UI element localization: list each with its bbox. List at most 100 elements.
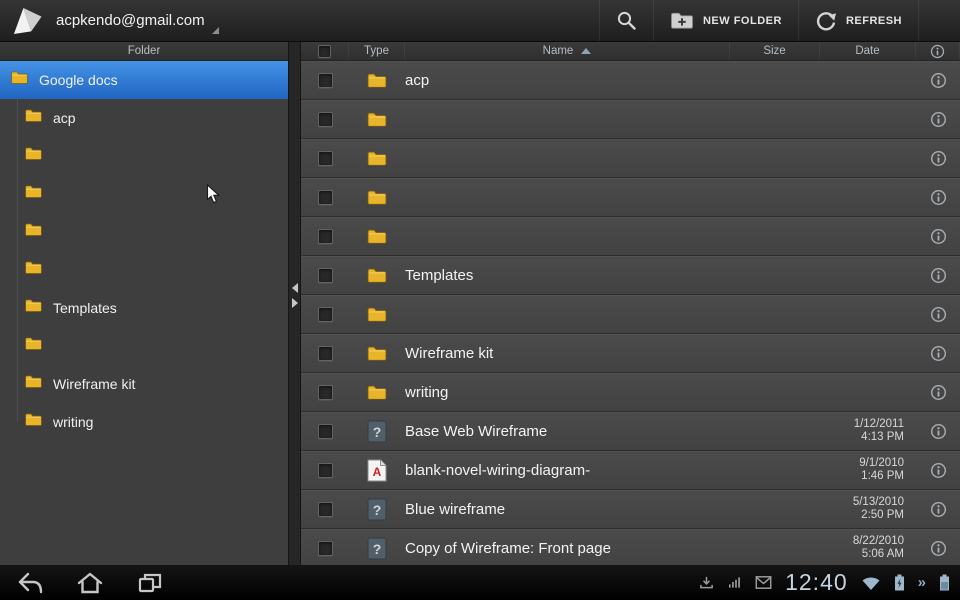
row-checkbox[interactable]	[318, 502, 333, 517]
file-list: acp	[301, 61, 960, 565]
unknown-icon: ?	[367, 537, 387, 560]
battery-icon	[939, 574, 950, 591]
folder-tree-item[interactable]: acp	[0, 99, 288, 137]
info-icon[interactable]	[930, 72, 947, 89]
file-row[interactable]: ? Copy of Wireframe: Front page 8/22/201…	[301, 529, 960, 565]
row-checkbox[interactable]	[318, 112, 333, 127]
info-icon[interactable]	[930, 384, 947, 401]
folder-tree-item[interactable]: Templates	[0, 289, 288, 327]
folder-icon	[366, 345, 388, 362]
info-icon[interactable]	[930, 423, 947, 440]
column-header-select	[301, 42, 349, 60]
row-checkbox[interactable]	[318, 541, 333, 556]
row-checkbox[interactable]	[318, 190, 333, 205]
column-header-size-label: Size	[763, 45, 785, 57]
file-row[interactable]	[301, 139, 960, 178]
folder-icon	[24, 222, 43, 242]
info-icon[interactable]	[930, 345, 947, 362]
column-header-date[interactable]: Date	[820, 42, 916, 60]
file-date: 1/12/2011 4:13 PM	[820, 418, 916, 444]
status-tray[interactable]: 12:40 »	[699, 569, 960, 596]
folder-icon	[366, 150, 388, 167]
file-row[interactable]	[301, 295, 960, 334]
column-header-name[interactable]: Name	[405, 42, 730, 60]
row-checkbox[interactable]	[318, 73, 333, 88]
folder-icon	[366, 189, 388, 206]
email-icon	[755, 576, 772, 589]
file-row[interactable]: acp	[301, 61, 960, 100]
info-icon[interactable]	[930, 267, 947, 284]
row-checkbox[interactable]	[318, 385, 333, 400]
column-header-type[interactable]: Type	[349, 42, 405, 60]
file-row[interactable]: ? Base Web Wireframe 1/12/2011 4:13 PM	[301, 412, 960, 451]
select-all-checkbox[interactable]	[318, 45, 331, 58]
row-checkbox[interactable]	[318, 229, 333, 244]
folder-tree-item[interactable]: Wireframe kit	[0, 365, 288, 403]
info-icon[interactable]	[930, 150, 947, 167]
file-row[interactable]: ? Blue wireframe 5/13/2010 2:50 PM	[301, 490, 960, 529]
app-logo-icon	[7, 4, 45, 38]
system-bar: 12:40 »	[0, 565, 960, 600]
row-checkbox[interactable]	[318, 463, 333, 478]
file-row[interactable]	[301, 217, 960, 256]
file-row[interactable]: A blank-novel-wiring-diagram- 9/1/2010 1…	[301, 451, 960, 490]
row-checkbox[interactable]	[318, 307, 333, 322]
action-buttons: NEW FOLDER REFRESH	[599, 0, 960, 41]
folder-tree-item[interactable]	[0, 137, 288, 175]
info-icon[interactable]	[930, 228, 947, 245]
splitter-handle-icon[interactable]	[289, 283, 300, 308]
folder-tree-item[interactable]: writing	[0, 403, 288, 441]
row-checkbox[interactable]	[318, 151, 333, 166]
info-icon[interactable]	[930, 501, 947, 518]
file-date-value: 1/12/2011	[854, 418, 904, 431]
folder-tree-item[interactable]	[0, 213, 288, 251]
file-panel: Type Name Size Date	[301, 42, 960, 565]
file-time-value: 5:06 AM	[862, 548, 904, 561]
file-row[interactable]: Wireframe kit	[301, 334, 960, 373]
row-checkbox[interactable]	[318, 346, 333, 361]
recent-apps-button[interactable]	[132, 568, 168, 598]
info-icon[interactable]	[930, 540, 947, 557]
folder-icon	[24, 108, 43, 128]
table-header: Type Name Size Date	[301, 42, 960, 61]
recent-apps-icon	[136, 570, 164, 596]
info-icon[interactable]	[930, 306, 947, 323]
back-button[interactable]	[12, 568, 48, 598]
folder-tree-item[interactable]	[0, 175, 288, 213]
app-icon[interactable]	[0, 0, 52, 42]
info-icon[interactable]	[930, 111, 947, 128]
file-row[interactable]: Templates	[301, 256, 960, 295]
svg-text:A: A	[373, 465, 382, 479]
file-date: 9/1/2010 1:46 PM	[820, 457, 916, 483]
account-spinner[interactable]: acpkendo@gmail.com	[52, 4, 221, 38]
info-icon[interactable]	[930, 462, 947, 479]
home-button[interactable]	[72, 568, 108, 598]
folder-tree-item[interactable]: Google docs	[0, 61, 288, 99]
column-header-size[interactable]: Size	[730, 42, 820, 60]
action-bar: acpkendo@gmail.com NEW FOLDER	[0, 0, 960, 42]
info-icon[interactable]	[930, 189, 947, 206]
folder-tree-item[interactable]	[0, 251, 288, 289]
svg-text:?: ?	[373, 502, 382, 518]
row-checkbox[interactable]	[318, 424, 333, 439]
file-name: Blue wireframe	[405, 501, 505, 518]
svg-text:?: ?	[373, 424, 382, 440]
expand-right-icon	[292, 298, 298, 308]
collapse-left-icon	[292, 283, 298, 293]
refresh-icon	[815, 10, 837, 32]
folder-tree-item[interactable]	[0, 327, 288, 365]
content-area: Folder Google docs acp	[0, 42, 960, 565]
file-row[interactable]: writing	[301, 373, 960, 412]
new-folder-button[interactable]: NEW FOLDER	[653, 0, 798, 41]
search-button[interactable]	[599, 0, 653, 41]
row-checkbox[interactable]	[318, 268, 333, 283]
refresh-button[interactable]: REFRESH	[798, 0, 918, 41]
file-row[interactable]	[301, 100, 960, 139]
panel-splitter[interactable]	[288, 42, 301, 565]
home-icon	[76, 570, 104, 596]
svg-text:?: ?	[373, 541, 382, 557]
folder-label: Templates	[53, 300, 117, 316]
folder-icon	[366, 111, 388, 128]
file-row[interactable]	[301, 178, 960, 217]
folder-panel: Folder Google docs acp	[0, 42, 288, 565]
